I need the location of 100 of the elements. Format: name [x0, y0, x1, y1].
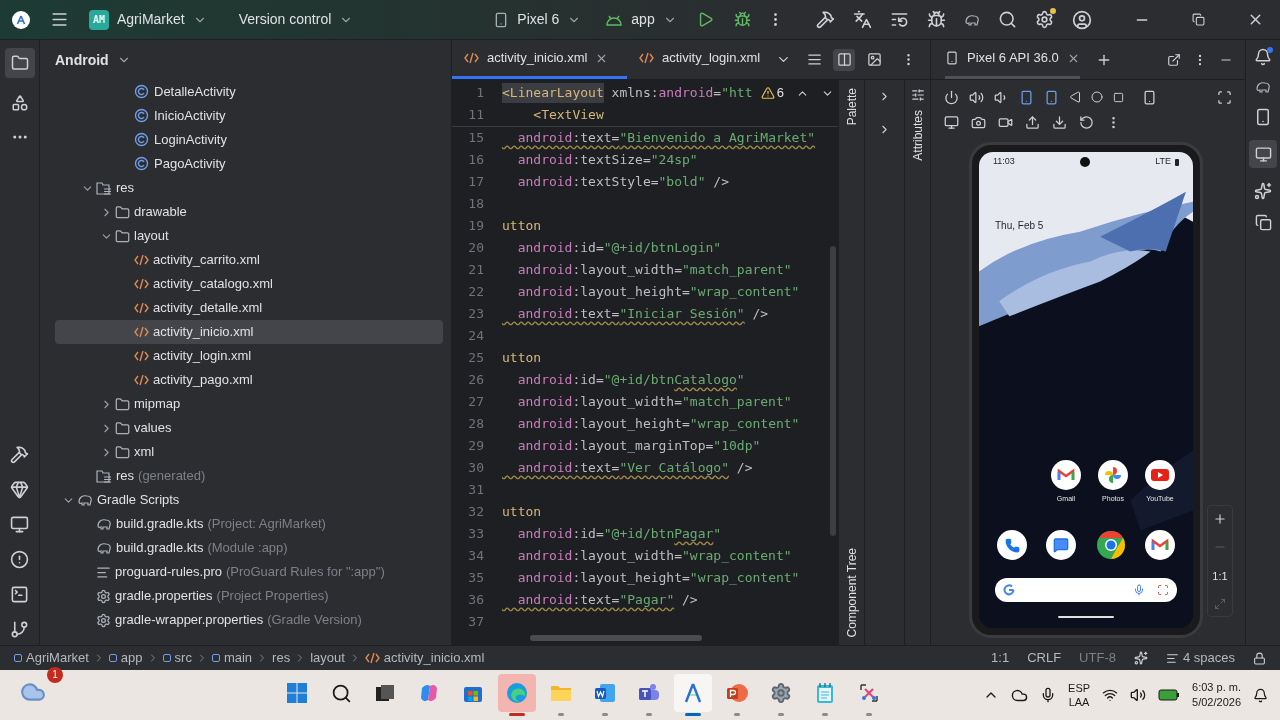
search-icon[interactable] [998, 10, 1017, 29]
upload-icon[interactable] [1025, 114, 1040, 130]
tree-item[interactable]: gradle-wrapper.properties (Gradle Version) [55, 608, 443, 632]
warning-count[interactable]: 6 [760, 83, 784, 103]
translate-icon[interactable] [853, 10, 872, 29]
horizontal-scrollbar[interactable] [530, 635, 702, 641]
tree-item[interactable]: LoginActivity [55, 128, 443, 152]
power-icon[interactable] [944, 89, 959, 105]
elephant-sync-icon[interactable] [964, 12, 980, 27]
split-view-button[interactable] [833, 48, 856, 71]
project-selector[interactable]: AM AgriMarket [85, 9, 211, 30]
volume-icon[interactable] [1130, 687, 1147, 703]
tree-item[interactable]: activity_inicio.xml [55, 320, 443, 344]
tree-item[interactable]: InicioActivity [55, 104, 443, 128]
reset-icon[interactable] [1079, 114, 1094, 130]
account-icon[interactable] [1072, 9, 1092, 30]
tree-item[interactable]: values [55, 416, 443, 440]
tree-item[interactable]: layout [55, 224, 443, 248]
breadcrumb[interactable]: res [272, 648, 291, 668]
line-separator[interactable]: CRLF [1027, 648, 1062, 668]
tree-item[interactable]: build.gradle.kts (Module :app) [55, 536, 443, 560]
palette-tab[interactable]: Palette [842, 88, 861, 126]
tree-item[interactable]: res (generated) [55, 464, 443, 488]
vertical-scrollbar[interactable] [830, 246, 836, 536]
tree-item[interactable]: activity_login.xml [55, 344, 443, 368]
actual-size-button[interactable]: 1:1 [1212, 567, 1228, 584]
browser-app-icon[interactable] [1095, 530, 1126, 560]
hammer-icon[interactable] [10, 445, 29, 464]
folder-icon[interactable] [4, 48, 35, 78]
rotate-left-icon[interactable] [1019, 89, 1034, 105]
volume-up-icon[interactable] [969, 89, 984, 105]
overview-icon[interactable] [1113, 91, 1124, 103]
camera-icon[interactable] [971, 114, 986, 130]
device-tab[interactable]: Pixel 6 API 36.0 [945, 40, 1080, 79]
device-manager-icon[interactable] [1254, 108, 1272, 126]
breadcrumb[interactable]: activity_inicio.xml [364, 648, 485, 668]
shapes-icon[interactable] [10, 94, 29, 112]
mail-app-icon[interactable] [1051, 459, 1081, 490]
breadcrumb[interactable]: AgriMarket [14, 648, 89, 668]
tree-item[interactable]: gradle.properties (Project Properties) [55, 584, 443, 608]
tree-item[interactable]: xml [55, 440, 443, 464]
sparkle-icon[interactable] [1254, 182, 1272, 200]
tree-item[interactable]: activity_carrito.xml [55, 248, 443, 272]
compass-app-icon[interactable] [674, 674, 712, 712]
input-language[interactable]: ESP LAA [1068, 681, 1091, 709]
play-app-icon[interactable] [1145, 459, 1175, 490]
screen-search-icon[interactable] [1217, 89, 1232, 105]
git-branch-icon[interactable] [10, 620, 29, 639]
debug-button[interactable] [733, 11, 751, 28]
menu-icon[interactable] [50, 10, 69, 29]
list-restart-icon[interactable] [890, 10, 909, 29]
rotate-right-icon[interactable] [1044, 89, 1059, 105]
clock[interactable]: 6:03 p. m. 5/02/2026 [1192, 680, 1241, 710]
tree-item[interactable]: DetalleActivity [55, 80, 443, 104]
terminal-icon[interactable] [10, 585, 29, 604]
tree-item[interactable]: activity_catalogo.xml [55, 272, 443, 296]
gem-icon[interactable] [10, 480, 29, 499]
restore-icon[interactable] [1192, 13, 1205, 26]
tree-item[interactable]: build.gradle.kts (Project: AgriMarket) [55, 512, 443, 536]
tree-item[interactable]: PagoActivity [55, 152, 443, 176]
pinwheel-app-icon[interactable] [1098, 459, 1128, 490]
vcs-selector[interactable]: Version control [238, 9, 354, 30]
device-settings-icon[interactable] [1142, 89, 1157, 105]
download-icon[interactable] [1052, 114, 1067, 130]
home-icon[interactable] [1091, 91, 1103, 103]
device-selector[interactable]: Pixel 6 [493, 9, 582, 30]
indent-setting[interactable]: 4 spaces [1165, 648, 1235, 668]
tree-item[interactable]: Gradle Scripts [55, 488, 443, 512]
breadcrumb[interactable]: app [108, 648, 143, 668]
bug-arrow-icon[interactable] [927, 10, 946, 29]
running-devices-icon[interactable] [1249, 140, 1277, 168]
attributes-tab[interactable]: Attributes [908, 110, 927, 161]
hammer-play-icon[interactable] [816, 10, 835, 29]
tree-item[interactable]: activity_pago.xml [55, 368, 443, 392]
breadcrumb[interactable]: src [162, 648, 192, 668]
editor-tab[interactable]: activity_login.xml [627, 40, 773, 79]
tree-item[interactable]: drawable [55, 200, 443, 224]
notifications-icon[interactable] [1254, 48, 1272, 66]
tree-item[interactable]: proguard-rules.pro (ProGuard Rules for ":app") [55, 560, 443, 584]
component-tree-tab[interactable]: Component Tree [842, 547, 861, 637]
search-bar[interactable] [995, 578, 1177, 602]
lens-icon[interactable] [1157, 584, 1169, 596]
external-link-icon[interactable] [1167, 52, 1181, 67]
caret-position[interactable]: 1:1 [991, 648, 1010, 668]
inspection-icon[interactable] [1133, 651, 1148, 665]
mail-app-icon[interactable] [1145, 530, 1175, 560]
tree-item[interactable]: mipmap [55, 392, 443, 416]
settings-icon[interactable] [1035, 10, 1054, 29]
wifi-icon[interactable] [1102, 687, 1119, 703]
device-mirror-icon[interactable] [1254, 214, 1272, 231]
run-config-selector[interactable]: app [605, 9, 677, 30]
breadcrumb[interactable]: main [211, 648, 253, 668]
breadcrumb[interactable]: layout [310, 648, 345, 668]
zoom-in-icon[interactable] [1213, 511, 1227, 526]
bell-icon[interactable] [1253, 687, 1268, 703]
battery-icon[interactable] [1158, 689, 1181, 701]
lock-icon[interactable] [1253, 651, 1266, 665]
tree-item[interactable]: res [55, 176, 443, 200]
tree-item[interactable]: activity_detalle.xml [55, 296, 443, 320]
back-icon[interactable] [1069, 91, 1081, 103]
